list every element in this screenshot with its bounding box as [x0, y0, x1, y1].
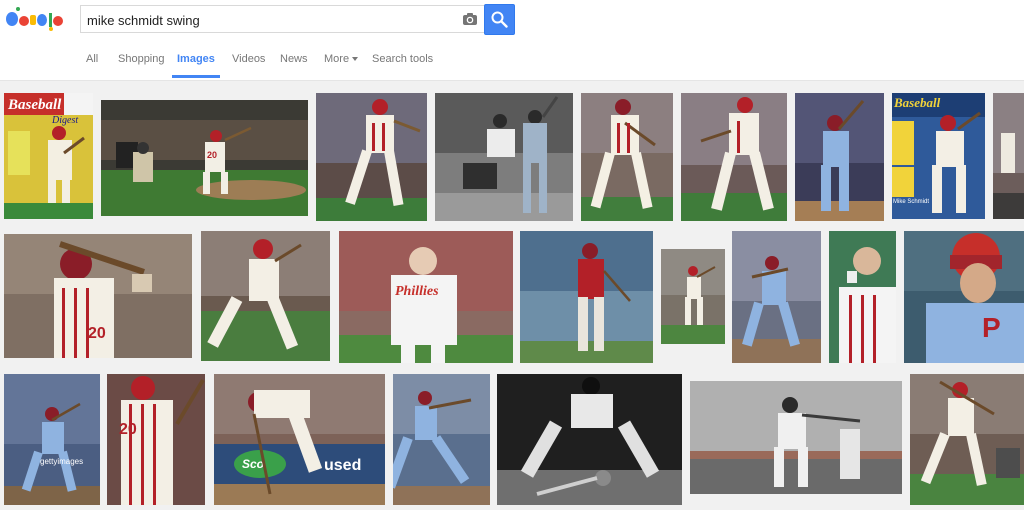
- image-result-batting-practice[interactable]: [520, 231, 653, 363]
- magazine-player-name: Mike Schmidt: [893, 199, 929, 205]
- header: All Shopping Images Videos News More Sea…: [0, 0, 1024, 81]
- camera-icon[interactable]: [462, 11, 478, 27]
- search-tabs: All Shopping Images Videos News More Sea…: [0, 47, 700, 80]
- jersey-number-3: 20: [119, 421, 137, 438]
- image-result-catcher-umpire[interactable]: 20: [101, 100, 308, 216]
- jersey-number-2: 20: [88, 325, 106, 342]
- search-icon: [491, 11, 508, 28]
- image-result-swing-field[interactable]: [910, 374, 1024, 505]
- image-result-baseball-digest-cover[interactable]: Baseball Mike Schmidt: [892, 93, 985, 219]
- image-result-blue-stride[interactable]: [393, 374, 490, 505]
- tab-all[interactable]: All: [86, 47, 98, 78]
- tab-videos[interactable]: Videos: [232, 47, 265, 78]
- image-result-closeup-swing[interactable]: 20: [4, 234, 192, 358]
- image-result-partial-crowd[interactable]: [993, 93, 1024, 219]
- image-result-swing-green-bg[interactable]: [201, 231, 330, 361]
- search-input[interactable]: [85, 8, 449, 32]
- search-box[interactable]: [80, 5, 484, 33]
- tab-images[interactable]: Images: [172, 47, 220, 78]
- image-result-old-timers-phillies[interactable]: Phillies: [339, 231, 513, 363]
- tab-shopping[interactable]: Shopping: [118, 47, 165, 78]
- google-logo[interactable]: [4, 5, 66, 33]
- tab-search-tools[interactable]: Search tools: [372, 47, 433, 78]
- sign-brand: Sco: [242, 457, 264, 471]
- tab-more[interactable]: More: [324, 47, 359, 78]
- sign-text: used: [324, 457, 361, 474]
- magazine-title: Baseball: [7, 97, 62, 113]
- image-result-getty-swing[interactable]: gettyimages: [4, 374, 100, 505]
- getty-watermark: gettyimages: [40, 457, 83, 466]
- tab-news[interactable]: News: [280, 47, 308, 78]
- image-result-bw-catcher-batter[interactable]: [435, 93, 573, 221]
- image-result-bw-grandstand[interactable]: [690, 381, 902, 494]
- image-result-powder-blue-uniform[interactable]: [795, 93, 884, 221]
- jersey-wordmark: Phillies: [395, 284, 439, 299]
- caret-down-icon: [352, 57, 359, 62]
- magazine-subtitle: Digest: [51, 115, 78, 126]
- image-result-closeup-helmet[interactable]: P: [904, 231, 1024, 363]
- image-result-swing-follow-through[interactable]: [316, 93, 427, 221]
- image-result-batter-crowd[interactable]: [681, 93, 787, 221]
- search-button[interactable]: [484, 4, 515, 35]
- image-result-blue-uniform-swing[interactable]: [732, 231, 821, 363]
- image-result-lunge-swing[interactable]: Sco used: [214, 374, 385, 505]
- svg-text:P: P: [982, 312, 1001, 343]
- magazine-title-2: Baseball: [893, 95, 941, 110]
- jersey-number: 20: [207, 150, 217, 160]
- image-result-bw-crouch[interactable]: [497, 374, 682, 505]
- image-result-batting-stance[interactable]: [581, 93, 673, 221]
- image-result-small-swing[interactable]: [661, 249, 725, 344]
- image-result-smiling-portrait[interactable]: [829, 231, 896, 363]
- image-result-pinstripe-closeup[interactable]: 20: [107, 374, 205, 505]
- image-result-magazine-cover[interactable]: Baseball Digest: [4, 93, 93, 219]
